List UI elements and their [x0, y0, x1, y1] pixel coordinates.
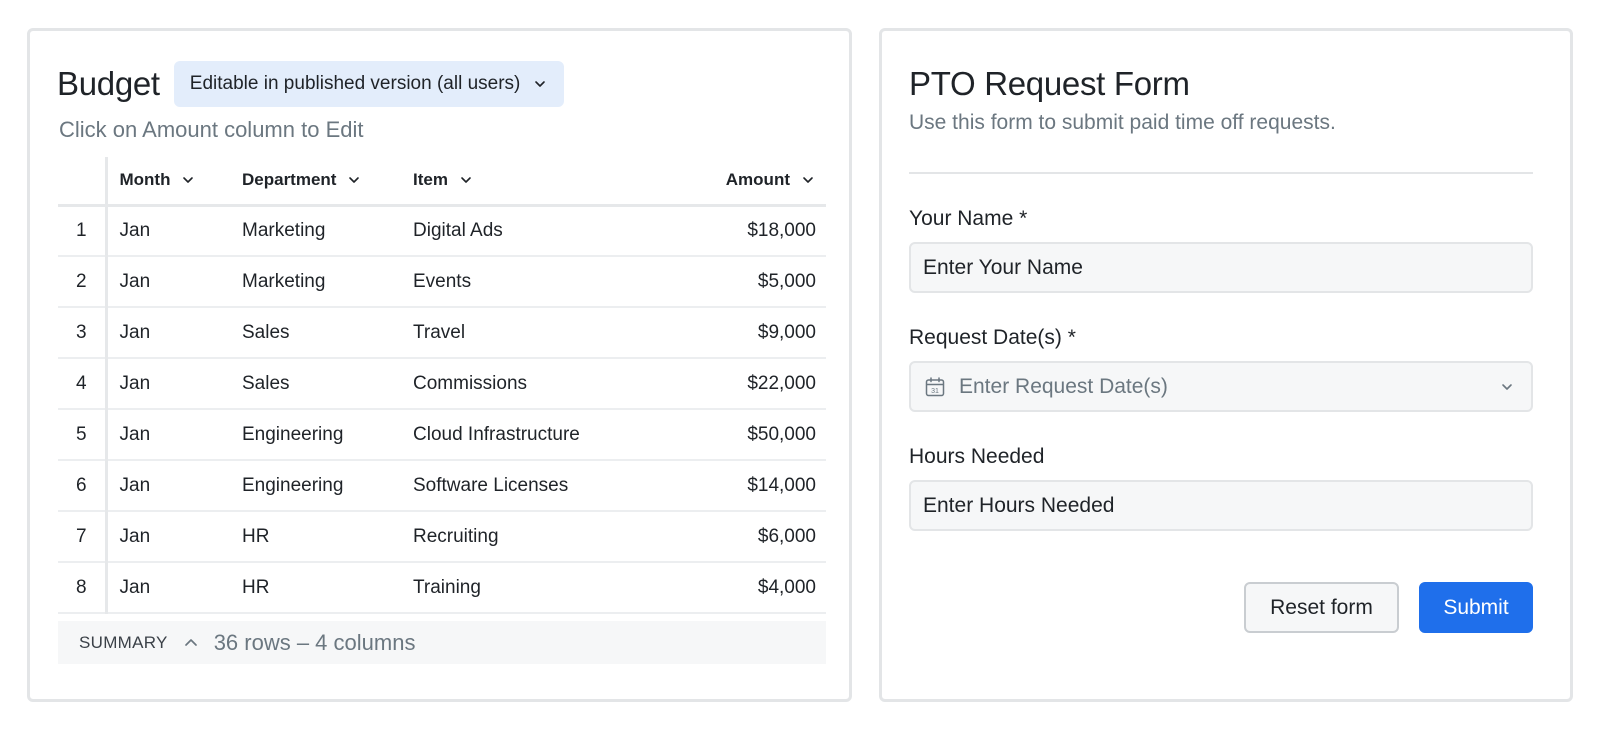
cell-month: Jan	[106, 562, 230, 614]
cell-department: Marketing	[230, 205, 401, 257]
cell-item: Digital Ads	[401, 205, 686, 257]
row-index: 7	[58, 511, 108, 563]
cell-month: Jan	[106, 409, 230, 461]
pto-title: PTO Request Form	[909, 65, 1190, 102]
cell-item: Travel	[401, 307, 686, 359]
svg-text:31: 31	[931, 388, 939, 395]
calendar-icon: 31	[923, 375, 947, 399]
table-row[interactable]: 5 Jan Engineering Cloud Infrastructure $…	[58, 409, 826, 461]
cell-month: Jan	[106, 205, 230, 257]
row-index: 6	[58, 460, 108, 512]
table-row[interactable]: 6 Jan Engineering Software Licenses $14,…	[58, 460, 826, 512]
dates-field-label: Request Date(s) *	[909, 326, 1076, 349]
cell-month: Jan	[106, 256, 230, 308]
cell-item: Commissions	[401, 358, 686, 410]
name-input-value: Enter Your Name	[923, 255, 1083, 279]
table-row[interactable]: 7 Jan HR Recruiting $6,000	[58, 511, 826, 563]
cell-item: Software Licenses	[401, 460, 686, 512]
table-row[interactable]: 1 Jan Marketing Digital Ads $18,000	[58, 205, 826, 257]
column-header-amount[interactable]: Amount	[686, 157, 826, 207]
row-index: 2	[58, 256, 108, 308]
row-index: 1	[58, 205, 108, 257]
column-header-label: Department	[242, 170, 337, 190]
column-header-label: Item	[413, 170, 448, 190]
request-dates-picker[interactable]: 31 Enter Request Date(s)	[909, 361, 1533, 412]
submit-button[interactable]: Submit	[1419, 582, 1533, 633]
budget-panel: Budget Editable in published version (al…	[27, 28, 852, 702]
row-index: 5	[58, 409, 108, 461]
budget-table: Month Department Item Amount 1 Jan Marke…	[58, 157, 826, 614]
summary-row-count: 36 rows – 4 columns	[213, 629, 416, 655]
budget-header: Budget Editable in published version (al…	[57, 61, 565, 107]
chevron-down-icon	[532, 76, 548, 92]
cell-department: Engineering	[230, 460, 401, 512]
hours-input-value: Enter Hours Needed	[923, 493, 1115, 517]
hours-field-label: Hours Needed	[909, 445, 1045, 468]
name-input[interactable]: Enter Your Name	[909, 242, 1533, 293]
table-row[interactable]: 8 Jan HR Training $4,000	[58, 562, 826, 614]
cell-month: Jan	[106, 307, 230, 359]
cell-department: Engineering	[230, 409, 401, 461]
cell-amount[interactable]: $18,000	[686, 205, 826, 257]
budget-subtitle: Click on Amount column to Edit	[59, 117, 364, 142]
cell-item: Recruiting	[401, 511, 686, 563]
chevron-down-icon[interactable]	[346, 172, 362, 188]
table-row[interactable]: 2 Jan Marketing Events $5,000	[58, 256, 826, 308]
cell-amount[interactable]: $50,000	[686, 409, 826, 461]
chevron-down-icon[interactable]	[800, 172, 816, 188]
cell-item: Events	[401, 256, 686, 308]
hours-input[interactable]: Enter Hours Needed	[909, 480, 1533, 531]
table-row[interactable]: 3 Jan Sales Travel $9,000	[58, 307, 826, 359]
row-index: 8	[58, 562, 108, 614]
edit-permission-dropdown[interactable]: Editable in published version (all users…	[173, 61, 565, 107]
chevron-up-icon[interactable]	[182, 634, 200, 652]
row-index-header	[58, 157, 108, 207]
request-dates-placeholder: Enter Request Date(s)	[959, 374, 1168, 398]
cell-item: Training	[401, 562, 686, 614]
edit-permission-label: Editable in published version (all users…	[189, 73, 521, 94]
chevron-down-icon[interactable]	[458, 172, 474, 188]
cell-amount[interactable]: $9,000	[686, 307, 826, 359]
pto-subtitle: Use this form to submit paid time off re…	[909, 111, 1336, 134]
cell-amount[interactable]: $14,000	[686, 460, 826, 512]
pto-panel: PTO Request Form Use this form to submit…	[879, 28, 1573, 702]
cell-department: HR	[230, 511, 401, 563]
cell-department: Marketing	[230, 256, 401, 308]
cell-month: Jan	[106, 358, 230, 410]
column-header-label: Amount	[725, 170, 790, 190]
cell-amount[interactable]: $4,000	[686, 562, 826, 614]
cell-amount[interactable]: $6,000	[686, 511, 826, 563]
column-header-month[interactable]: Month	[106, 157, 230, 207]
name-field-label: Your Name *	[909, 207, 1028, 230]
column-header-label: Month	[119, 170, 171, 190]
cell-month: Jan	[106, 460, 230, 512]
cell-department: Sales	[230, 307, 401, 359]
cell-amount[interactable]: $5,000	[686, 256, 826, 308]
table-summary-bar[interactable]: SUMMARY 36 rows – 4 columns	[58, 621, 826, 664]
cell-month: Jan	[106, 511, 230, 563]
table-row[interactable]: 4 Jan Sales Commissions $22,000	[58, 358, 826, 410]
chevron-down-icon[interactable]	[180, 172, 196, 188]
row-index: 4	[58, 358, 108, 410]
summary-label: SUMMARY	[79, 632, 168, 652]
cell-item: Cloud Infrastructure	[401, 409, 686, 461]
budget-title: Budget	[57, 65, 160, 102]
chevron-down-icon	[1499, 379, 1515, 395]
column-header-department[interactable]: Department	[230, 157, 401, 207]
cell-amount[interactable]: $22,000	[686, 358, 826, 410]
cell-department: HR	[230, 562, 401, 614]
reset-form-button[interactable]: Reset form	[1244, 582, 1399, 633]
row-index: 3	[58, 307, 108, 359]
cell-department: Sales	[230, 358, 401, 410]
column-header-item[interactable]: Item	[401, 157, 686, 207]
divider	[909, 172, 1533, 174]
table-header-row: Month Department Item Amount	[58, 157, 826, 207]
